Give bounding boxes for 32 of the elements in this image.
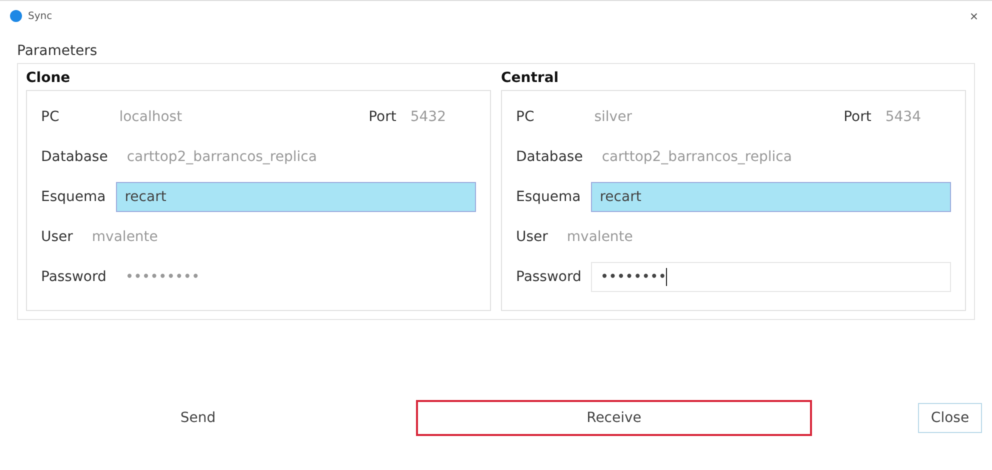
field-label: PC [41,109,60,125]
input-field[interactable]: ••••••••• [116,262,476,292]
field-label: User [41,229,73,245]
input-field[interactable]: recart [116,182,476,212]
field-value[interactable]: 5434 [885,109,921,125]
group-title: Clone [26,70,72,86]
group-title: Central [501,70,560,86]
input-field[interactable]: •••••••• [591,262,951,292]
field-value[interactable]: silver [594,109,780,125]
input-field[interactable]: mvalente [558,222,951,252]
field-label: Esquema [516,189,581,205]
close-button[interactable]: Close [918,403,982,433]
action-button[interactable]: Receive [416,400,812,436]
field-value[interactable]: localhost [119,109,304,125]
input-field[interactable]: carttop2_barrancos_replica [592,142,951,172]
field-label: Password [41,269,106,285]
section-title: Parameters [17,43,98,59]
field-label: User [516,229,548,245]
field-label: Esquema [41,189,106,205]
input-field[interactable]: carttop2_barrancos_replica [118,142,476,172]
field-value[interactable]: 5432 [410,109,446,125]
field-label: Port [368,109,396,125]
app-logo-icon [10,10,22,22]
field-label: Port [844,109,872,125]
input-field[interactable]: recart [590,182,951,212]
field-label: Database [41,149,108,165]
input-field[interactable]: mvalente [82,222,476,252]
field-label: Database [516,149,583,165]
close-button[interactable]: × [966,8,982,24]
window-title: Sync [28,10,54,22]
field-label: Password [516,269,582,285]
field-label: PC [516,109,534,125]
